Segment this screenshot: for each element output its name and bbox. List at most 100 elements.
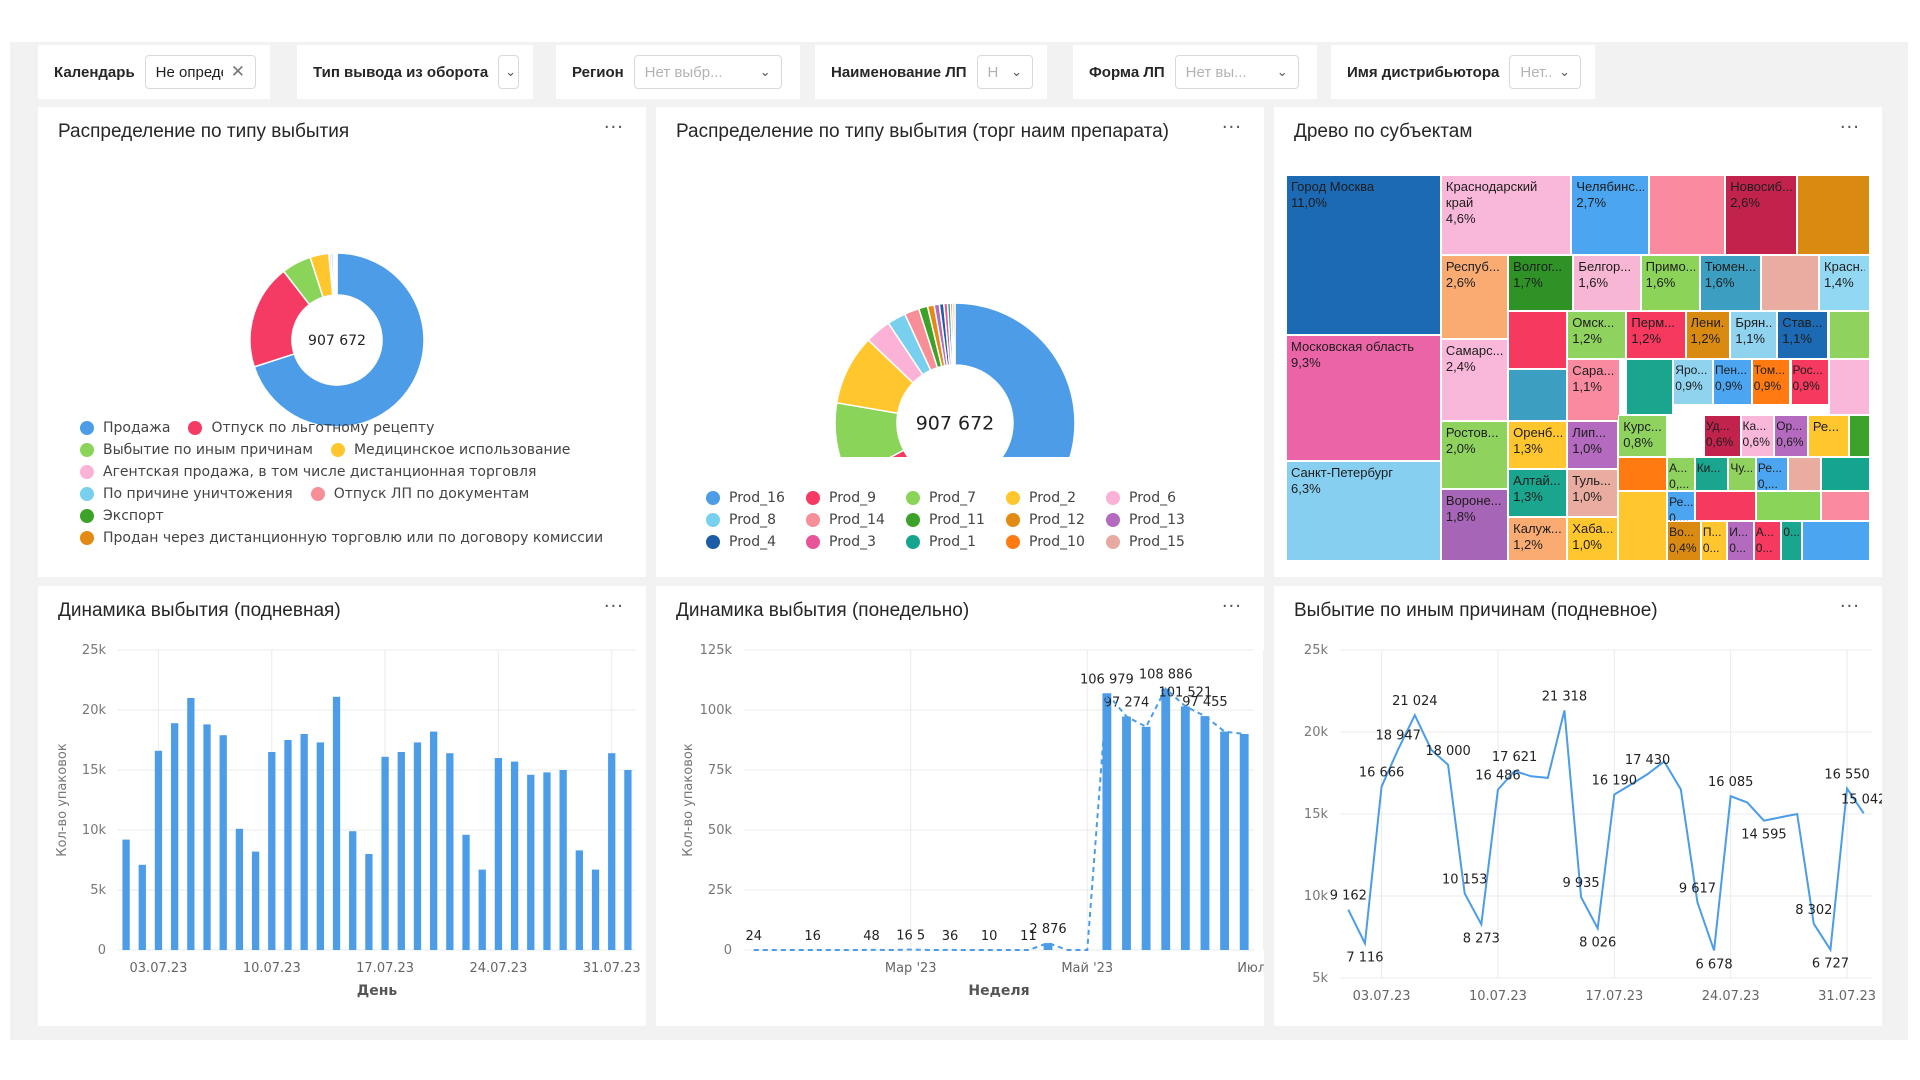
treemap-cell[interactable] xyxy=(1648,175,1726,255)
treemap-cell[interactable]: Калуж... 1,2% xyxy=(1508,517,1568,561)
treemap-cell[interactable]: И... 0... xyxy=(1727,521,1754,561)
legend-item[interactable]: Продажа xyxy=(80,420,170,436)
treemap-cell[interactable] xyxy=(1821,491,1870,521)
treemap-cell[interactable]: Алтай... 1,3% xyxy=(1508,469,1568,517)
treemap-cell[interactable]: Краснодарский край 4,6% xyxy=(1440,175,1572,255)
treemap-cell[interactable]: Белгор... 1,6% xyxy=(1573,255,1641,311)
treemap-cell[interactable]: П... 0... xyxy=(1700,521,1728,561)
legend-item[interactable]: Prod_12 xyxy=(1006,512,1104,528)
treemap-cell[interactable] xyxy=(1760,255,1820,311)
treemap-cell[interactable]: Уд... 0,6% xyxy=(1703,415,1741,457)
legend-item[interactable]: Prod_16 xyxy=(706,490,804,506)
legend-item[interactable]: Медицинское использование xyxy=(330,442,570,458)
treemap-cell[interactable]: Ре... 0,... xyxy=(1667,491,1695,521)
treemap-cell[interactable]: А... 0,... xyxy=(1667,457,1695,491)
treemap-cell[interactable]: Ки... xyxy=(1694,457,1729,491)
treemap-cell[interactable] xyxy=(1755,491,1822,521)
legend-item[interactable]: Prod_14 xyxy=(806,512,904,528)
treemap-cell[interactable]: Пен... 0,9% xyxy=(1713,359,1752,405)
withdrawal-type-select[interactable]: ⌄ xyxy=(498,55,519,89)
treemap-cell[interactable]: Самарс... 2,4% xyxy=(1440,339,1509,421)
treemap-cell[interactable] xyxy=(1788,457,1822,491)
treemap-cell[interactable]: Хаба... 1,0% xyxy=(1567,517,1619,561)
region-select[interactable]: Нет выбр... ⌄ xyxy=(633,55,782,89)
treemap-cell[interactable] xyxy=(1508,369,1568,421)
treemap-cell[interactable]: Город Москва 11,0% xyxy=(1286,175,1441,335)
treemap-cell[interactable]: Во... 0,4% xyxy=(1667,521,1701,561)
treemap-cell[interactable]: Ор... 0,6% xyxy=(1774,415,1808,457)
treemap-cell[interactable]: Вороне... 1,8% xyxy=(1440,489,1509,561)
treemap-cell-percent: 0,6% xyxy=(1705,435,1734,449)
treemap-cell[interactable] xyxy=(1694,491,1756,521)
legend-item[interactable]: Prod_6 xyxy=(1106,490,1204,506)
drug-form-select[interactable]: Нет вы... ⌄ xyxy=(1174,55,1299,89)
treemap-cell[interactable] xyxy=(1796,175,1870,255)
treemap-cell[interactable]: Перм... 1,2% xyxy=(1626,311,1686,359)
treemap-cell[interactable] xyxy=(1618,491,1668,561)
more-horizontal-icon[interactable]: ··· xyxy=(1840,117,1860,138)
legend-row: Агентская продажа, в том числе дистанцио… xyxy=(80,461,640,483)
treemap-cell[interactable]: Красн...1,4% xyxy=(1819,255,1870,311)
treemap-cell[interactable]: Ре... xyxy=(1807,415,1849,457)
close-icon[interactable]: ✕ xyxy=(231,62,245,82)
treemap-cell[interactable]: Сара... 1,1% xyxy=(1567,359,1621,421)
treemap-cell[interactable] xyxy=(1829,311,1870,359)
treemap-cell[interactable]: Челябинс... 2,7% xyxy=(1571,175,1649,255)
treemap-cell[interactable]: Оренб... 1,3% xyxy=(1508,421,1568,469)
drug-name-select[interactable]: Н ⌄ xyxy=(976,55,1033,89)
treemap-cell[interactable]: Брян... 1,1% xyxy=(1730,311,1778,359)
treemap-cell[interactable]: Став... 1,1% xyxy=(1777,311,1829,359)
legend-item[interactable]: Выбытие по иным причинам xyxy=(80,442,313,458)
treemap-cell[interactable]: Рос... 0,9% xyxy=(1790,359,1830,405)
legend-item[interactable]: Экспорт xyxy=(80,508,164,524)
treemap-cell[interactable] xyxy=(1821,457,1870,491)
legend-item[interactable]: Prod_1 xyxy=(906,534,1004,550)
legend-item[interactable]: Prod_2 xyxy=(1006,490,1104,506)
more-horizontal-icon[interactable]: ··· xyxy=(604,117,624,138)
treemap-cell[interactable] xyxy=(1829,359,1870,415)
legend-item[interactable]: Prod_15 xyxy=(1106,534,1204,550)
legend-item[interactable]: Prod_9 xyxy=(806,490,904,506)
treemap-cell[interactable]: Московская область 9,3% xyxy=(1286,335,1441,461)
treemap-cell[interactable]: Волгог... 1,7% xyxy=(1508,255,1574,311)
legend-item[interactable]: Prod_10 xyxy=(1006,534,1104,550)
treemap-cell[interactable]: Омск... 1,2% xyxy=(1567,311,1627,359)
treemap-cell[interactable]: Новосиб... 2,6% xyxy=(1725,175,1797,255)
legend-item[interactable]: Отпуск по льготному рецепту xyxy=(188,420,434,436)
legend-item[interactable]: Prod_8 xyxy=(706,512,804,528)
filter-withdrawal-type: Тип вывода из оборота ⌄ xyxy=(297,45,533,99)
treemap-cell[interactable]: Санкт-Петербург 6,3% xyxy=(1286,461,1441,561)
treemap-cell[interactable]: Курс... 0,8% xyxy=(1618,415,1668,457)
treemap-cell[interactable]: Лени...1,2% xyxy=(1685,311,1731,359)
legend-item[interactable]: Продан через дистанционную торговлю или … xyxy=(80,530,603,546)
treemap-cell[interactable]: Лип... 1,0% xyxy=(1567,421,1619,469)
treemap-cell[interactable]: Чу... xyxy=(1728,457,1756,491)
treemap-cell[interactable] xyxy=(1626,359,1674,415)
treemap-cell[interactable]: Ка... 0,6% xyxy=(1740,415,1775,457)
treemap-cell[interactable]: Яро... 0,9% xyxy=(1673,359,1714,405)
treemap-cell[interactable]: Примо... 1,6% xyxy=(1640,255,1700,311)
treemap-cell[interactable]: Том... 0,9% xyxy=(1751,359,1791,405)
legend-item[interactable]: Prod_7 xyxy=(906,490,1004,506)
calendar-select[interactable]: Не опреде ✕ xyxy=(144,55,256,89)
treemap-cell[interactable]: А... 0... xyxy=(1753,521,1782,561)
treemap-cell[interactable] xyxy=(1508,311,1568,369)
treemap-cell[interactable]: Туль... 1,0% xyxy=(1567,469,1619,517)
legend-item[interactable]: Агентская продажа, в том числе дистанцио… xyxy=(80,464,536,480)
treemap-cell[interactable] xyxy=(1848,415,1870,457)
treemap-cell[interactable] xyxy=(1618,457,1668,491)
treemap-cell[interactable]: Ре... 0,... xyxy=(1755,457,1789,491)
distributor-select[interactable]: Нет... ⌄ xyxy=(1509,55,1581,89)
more-horizontal-icon[interactable]: ··· xyxy=(1222,117,1242,138)
legend-item[interactable]: Prod_3 xyxy=(806,534,904,550)
treemap-cell[interactable]: Респуб... 2,6% xyxy=(1440,255,1509,339)
treemap-cell[interactable]: Тюмен... 1,6% xyxy=(1699,255,1761,311)
treemap-cell[interactable]: Ростов... 2,0% xyxy=(1440,421,1509,489)
legend-item[interactable]: По причине уничтожения xyxy=(80,486,293,502)
legend-item[interactable]: Prod_13 xyxy=(1106,512,1204,528)
treemap-cell[interactable] xyxy=(1801,521,1870,561)
legend-item[interactable]: Отпуск ЛП по документам xyxy=(310,486,529,502)
legend-item[interactable]: Prod_4 xyxy=(706,534,804,550)
treemap-cell[interactable]: 0... xyxy=(1781,521,1802,561)
legend-item[interactable]: Prod_11 xyxy=(906,512,1004,528)
